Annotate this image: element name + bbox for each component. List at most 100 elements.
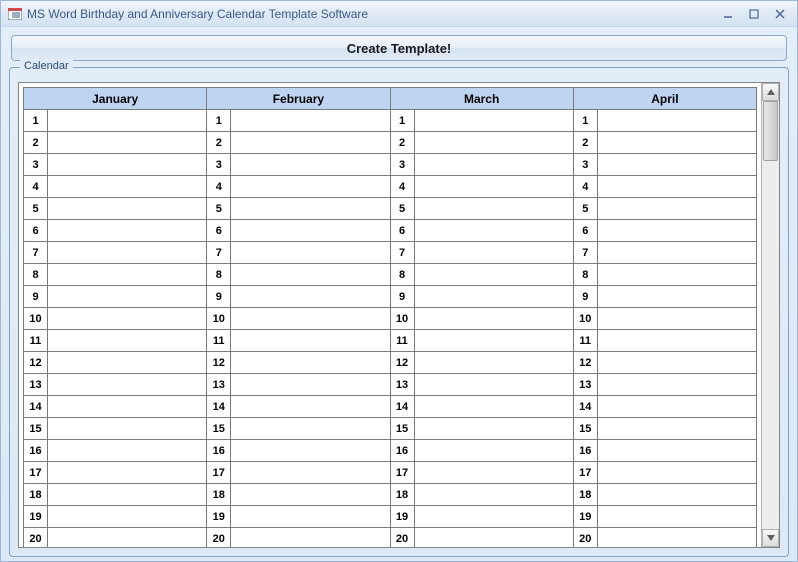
maximize-button[interactable] (743, 6, 765, 22)
vertical-scrollbar[interactable] (761, 83, 779, 547)
day-entry-cell[interactable] (414, 220, 573, 242)
app-icon (7, 7, 23, 21)
day-entry-cell[interactable] (597, 176, 756, 198)
day-entry-cell[interactable] (597, 110, 756, 132)
day-entry-cell[interactable] (48, 110, 207, 132)
scroll-down-arrow-icon[interactable] (762, 529, 779, 547)
app-window: MS Word Birthday and Anniversary Calenda… (0, 0, 798, 562)
day-entry-cell[interactable] (48, 154, 207, 176)
day-entry-cell[interactable] (414, 110, 573, 132)
day-entry-cell[interactable] (414, 528, 573, 548)
day-entry-cell[interactable] (597, 528, 756, 548)
day-entry-cell[interactable] (414, 198, 573, 220)
table-row: 14141414 (24, 396, 757, 418)
day-entry-cell[interactable] (597, 242, 756, 264)
day-entry-cell[interactable] (231, 418, 390, 440)
day-entry-cell[interactable] (414, 308, 573, 330)
close-button[interactable] (769, 6, 791, 22)
day-entry-cell[interactable] (48, 528, 207, 548)
day-number-cell: 8 (390, 264, 414, 286)
day-entry-cell[interactable] (414, 484, 573, 506)
day-number-cell: 3 (573, 154, 597, 176)
day-entry-cell[interactable] (48, 308, 207, 330)
day-entry-cell[interactable] (414, 440, 573, 462)
day-entry-cell[interactable] (48, 462, 207, 484)
day-entry-cell[interactable] (597, 440, 756, 462)
day-entry-cell[interactable] (597, 396, 756, 418)
day-entry-cell[interactable] (414, 264, 573, 286)
day-entry-cell[interactable] (48, 176, 207, 198)
day-entry-cell[interactable] (414, 286, 573, 308)
toolbar: Create Template! (1, 27, 797, 67)
day-entry-cell[interactable] (231, 308, 390, 330)
day-entry-cell[interactable] (414, 176, 573, 198)
day-entry-cell[interactable] (231, 528, 390, 548)
day-entry-cell[interactable] (231, 132, 390, 154)
day-entry-cell[interactable] (597, 132, 756, 154)
day-entry-cell[interactable] (597, 308, 756, 330)
scroll-track[interactable] (762, 101, 779, 529)
day-entry-cell[interactable] (414, 132, 573, 154)
day-entry-cell[interactable] (597, 220, 756, 242)
day-entry-cell[interactable] (231, 176, 390, 198)
day-entry-cell[interactable] (231, 110, 390, 132)
day-entry-cell[interactable] (48, 264, 207, 286)
day-entry-cell[interactable] (597, 352, 756, 374)
day-entry-cell[interactable] (48, 374, 207, 396)
day-entry-cell[interactable] (231, 198, 390, 220)
table-row: 1111 (24, 110, 757, 132)
day-entry-cell[interactable] (231, 484, 390, 506)
scroll-thumb[interactable] (763, 101, 778, 161)
scroll-up-arrow-icon[interactable] (762, 83, 779, 101)
day-entry-cell[interactable] (48, 198, 207, 220)
day-entry-cell[interactable] (231, 286, 390, 308)
day-entry-cell[interactable] (231, 352, 390, 374)
day-entry-cell[interactable] (231, 242, 390, 264)
day-entry-cell[interactable] (48, 242, 207, 264)
day-entry-cell[interactable] (414, 154, 573, 176)
day-entry-cell[interactable] (231, 264, 390, 286)
day-entry-cell[interactable] (414, 462, 573, 484)
day-entry-cell[interactable] (231, 330, 390, 352)
day-entry-cell[interactable] (597, 286, 756, 308)
day-entry-cell[interactable] (48, 440, 207, 462)
day-entry-cell[interactable] (597, 154, 756, 176)
day-entry-cell[interactable] (414, 242, 573, 264)
day-entry-cell[interactable] (597, 484, 756, 506)
day-entry-cell[interactable] (231, 374, 390, 396)
day-entry-cell[interactable] (414, 352, 573, 374)
minimize-button[interactable] (717, 6, 739, 22)
day-entry-cell[interactable] (48, 418, 207, 440)
day-entry-cell[interactable] (597, 418, 756, 440)
day-entry-cell[interactable] (231, 396, 390, 418)
day-entry-cell[interactable] (231, 462, 390, 484)
day-entry-cell[interactable] (48, 484, 207, 506)
day-entry-cell[interactable] (231, 440, 390, 462)
day-entry-cell[interactable] (231, 506, 390, 528)
day-entry-cell[interactable] (597, 462, 756, 484)
table-row: 15151515 (24, 418, 757, 440)
day-entry-cell[interactable] (414, 330, 573, 352)
day-entry-cell[interactable] (231, 220, 390, 242)
day-entry-cell[interactable] (48, 352, 207, 374)
day-number-cell: 14 (390, 396, 414, 418)
day-entry-cell[interactable] (48, 220, 207, 242)
day-entry-cell[interactable] (597, 506, 756, 528)
day-entry-cell[interactable] (597, 330, 756, 352)
day-entry-cell[interactable] (48, 286, 207, 308)
day-entry-cell[interactable] (597, 264, 756, 286)
day-entry-cell[interactable] (48, 330, 207, 352)
day-entry-cell[interactable] (597, 198, 756, 220)
table-row: 6666 (24, 220, 757, 242)
create-template-button[interactable]: Create Template! (11, 35, 787, 61)
day-entry-cell[interactable] (48, 396, 207, 418)
day-entry-cell[interactable] (414, 418, 573, 440)
day-entry-cell[interactable] (597, 374, 756, 396)
table-row: 2222 (24, 132, 757, 154)
day-entry-cell[interactable] (48, 506, 207, 528)
day-entry-cell[interactable] (48, 132, 207, 154)
day-entry-cell[interactable] (414, 506, 573, 528)
day-entry-cell[interactable] (231, 154, 390, 176)
day-entry-cell[interactable] (414, 374, 573, 396)
day-entry-cell[interactable] (414, 396, 573, 418)
